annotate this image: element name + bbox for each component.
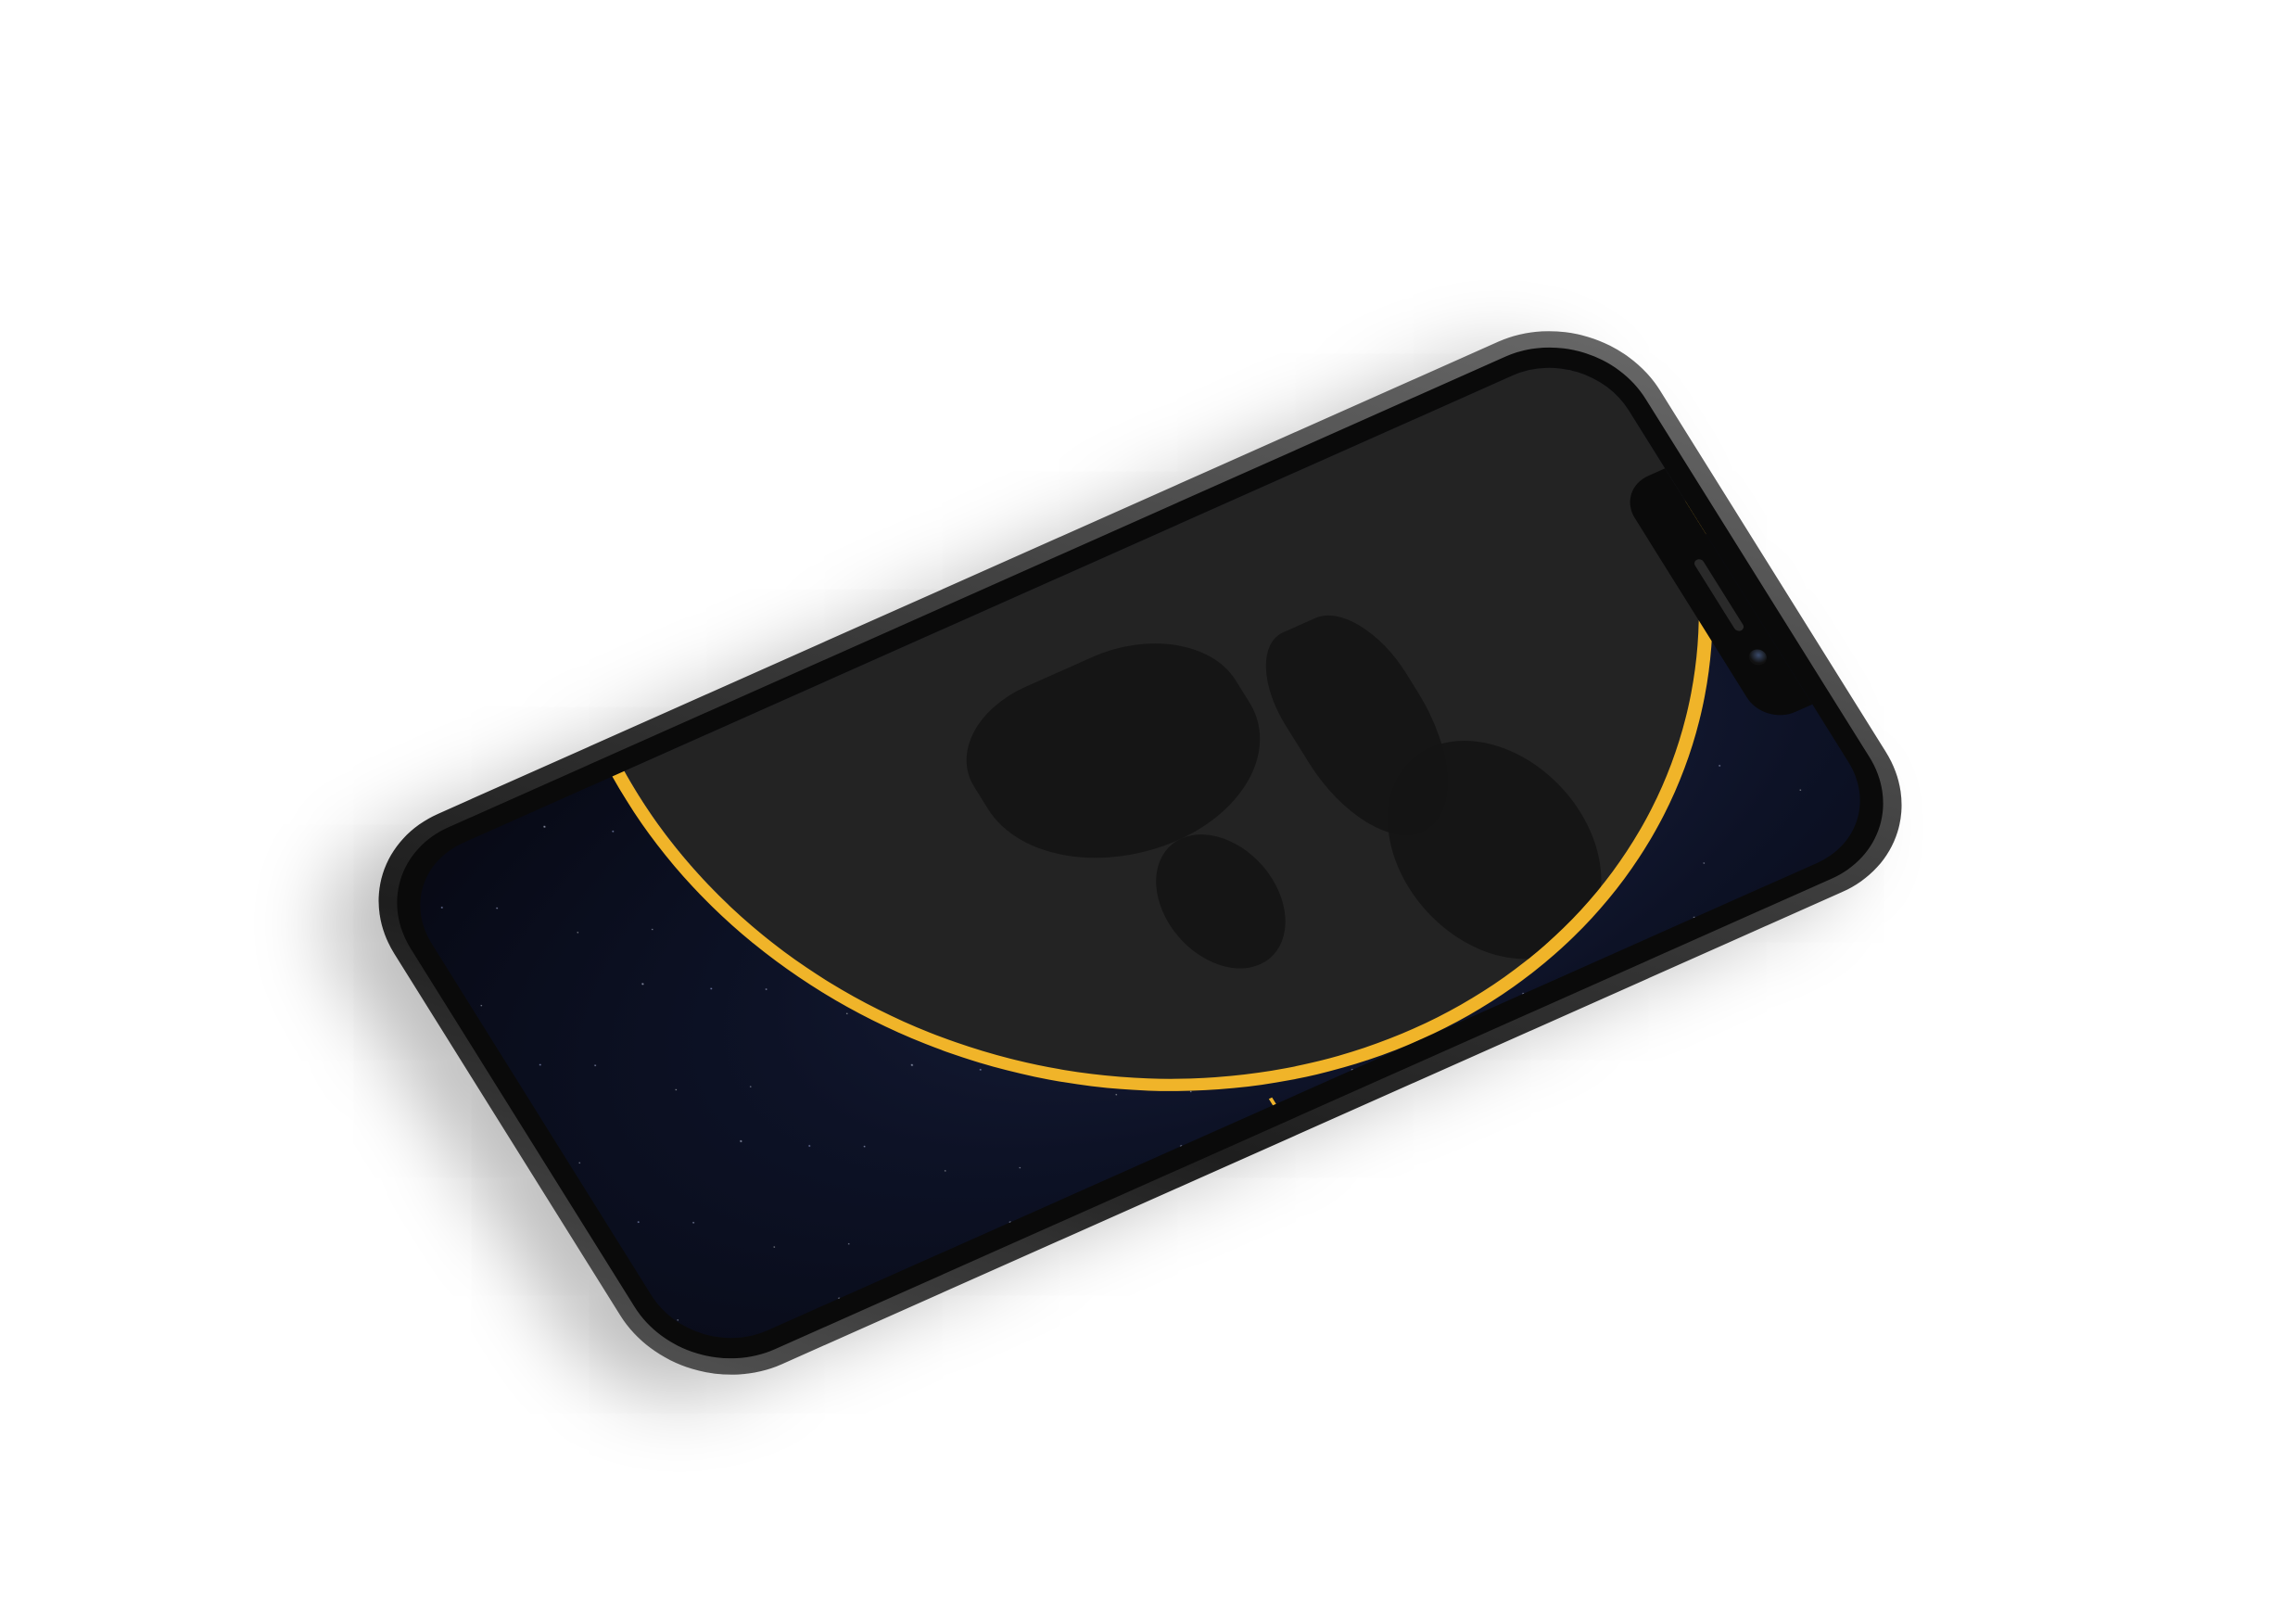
mockup-stage: BLACK|SKY Loosine DEFAULT organization -… [0, 0, 2296, 1602]
menu-item-label: LOGOUT [1275, 1125, 1390, 1268]
person-body [1613, 1028, 1642, 1058]
user-info: Loosine DEFAULT organization [1637, 1071, 1816, 1303]
map-landmass [936, 612, 1301, 900]
map-landmass [1239, 598, 1488, 857]
person-head [1631, 1026, 1654, 1046]
brand-logo: BLACK|SKY [1729, 1036, 1891, 1297]
brand-divider: | [1817, 1176, 1869, 1214]
menu-item-status[interactable]: - STATUS [1453, 1060, 1575, 1214]
organization-name: DEFAULT organization [1636, 1082, 1791, 1304]
new-task-button[interactable]: + NEW TASK [1328, 1086, 1490, 1304]
phone-screen: BLACK|SKY Loosine DEFAULT organization -… [388, 342, 1892, 1364]
user-profile[interactable]: Loosine DEFAULT organization [1587, 998, 1822, 1307]
person-glyph [1610, 1019, 1658, 1061]
menu-item-label: NEW TASK [1353, 1126, 1490, 1304]
camera-icon [1745, 646, 1770, 668]
menu-item-label: - APPROVALS [1513, 1033, 1678, 1256]
brand-text-right: SKY [1828, 1195, 1892, 1297]
user-icon [1587, 998, 1681, 1081]
navigation-menu: BLACK|SKY Loosine DEFAULT organization -… [1254, 875, 1891, 1304]
brand-text-left: BLACK [1728, 1036, 1857, 1195]
phone-mockup: BLACK|SKY Loosine DEFAULT organization -… [335, 296, 1946, 1410]
menu-item-approvals[interactable]: - APPROVALS [1514, 1033, 1678, 1255]
user-name: Loosine [1657, 1071, 1732, 1161]
map-landmass [1130, 815, 1312, 987]
menu-item-label: - STATUS [1453, 1060, 1576, 1215]
